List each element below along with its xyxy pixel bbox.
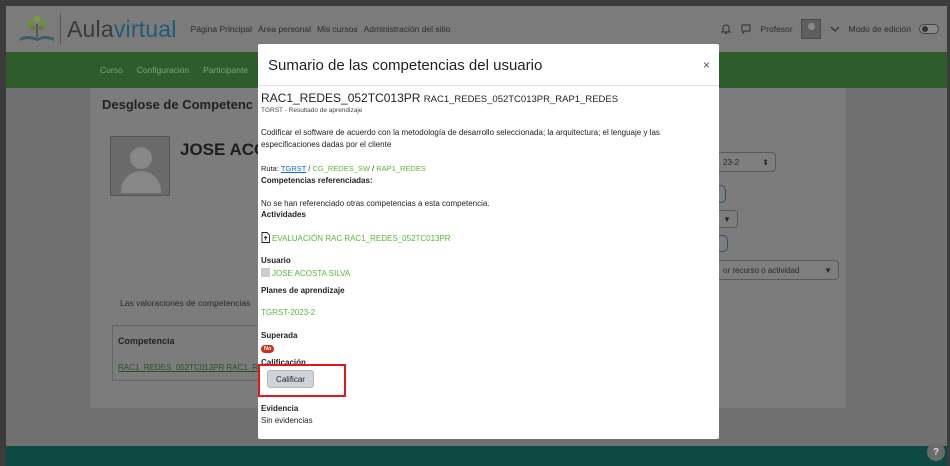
referenced-competencies-text: No se han referenciado otras competencia…: [261, 199, 490, 208]
competency-description: Codificar el software de acuerdo con la …: [261, 128, 660, 149]
path-link-parent[interactable]: CG_REDES_SW: [312, 164, 370, 173]
evidence-text: Sin evidencias: [261, 416, 313, 425]
evidence-heading: Evidencia: [261, 404, 299, 413]
activity-filter-value: or recurso o actividad: [723, 265, 800, 275]
term-select-value: 23-2: [723, 157, 740, 167]
select-caret-icon: ▼: [723, 214, 731, 224]
footer-bar: [6, 446, 947, 466]
path-label: Ruta:: [261, 164, 279, 173]
navbar-right: Profesor Modo de edición: [720, 19, 939, 39]
student-name-heading: JOSE ACO: [180, 140, 268, 159]
assessment-intro-text: Las valoraciones de competencias: [120, 298, 251, 308]
competency-idnumber: RAC1_REDES_052TC013PR: [261, 91, 421, 105]
brand-prefix: Aula: [67, 15, 114, 42]
book-logo-icon: [20, 15, 54, 41]
referenced-competencies-heading: Competencias referenciadas:: [261, 176, 373, 185]
help-button[interactable]: ?: [927, 443, 945, 461]
activity-item: EVALUACIÓN RAC RAC1_REDES_052TC013PR: [261, 232, 716, 243]
proficient-value: No: [261, 342, 716, 353]
dialog-header: Sumario de las competencias del usuario …: [258, 44, 719, 86]
user-avatar[interactable]: [800, 19, 821, 39]
close-button[interactable]: ×: [703, 58, 710, 72]
nav-link-my-courses[interactable]: Mis cursos: [317, 24, 358, 34]
filter-select-small[interactable]: ▼: [716, 210, 738, 228]
proficient-heading: Superada: [261, 331, 298, 340]
nav-link-dashboard[interactable]: Área personal: [258, 24, 311, 34]
user-menu-name[interactable]: Profesor: [760, 24, 792, 34]
user-picture-icon: [261, 268, 270, 277]
brand-name: Aulavirtual: [67, 16, 177, 43]
chat-bubble-icon[interactable]: [740, 23, 752, 35]
secnav-item-course[interactable]: Curso: [100, 65, 123, 75]
secnav-item-settings[interactable]: Configuración: [137, 65, 189, 75]
competency-row-link[interactable]: RAC1_REDES_052TC013PR RAC1_R: [118, 363, 258, 372]
student-avatar: [110, 136, 170, 196]
edit-mode-label: Modo de edición: [848, 24, 911, 34]
brand-divider: [60, 14, 61, 44]
card-title: Desglose de Competenc: [102, 97, 253, 112]
edit-mode-toggle[interactable]: [919, 24, 939, 34]
assignment-upload-icon: [261, 232, 270, 243]
nav-link-site-admin[interactable]: Administración del sitio: [364, 24, 451, 34]
secnav-item-participants[interactable]: Participante: [203, 65, 248, 75]
user-heading: Usuario: [261, 256, 291, 265]
path-link-current[interactable]: RAP1_REDES: [376, 164, 426, 173]
activity-link[interactable]: EVALUACIÓN RAC RAC1_REDES_052TC013PR: [272, 234, 451, 243]
primary-nav: Página Principal Área personal Mis curso…: [191, 24, 451, 34]
proficient-badge: No: [261, 345, 275, 353]
user-profile-link[interactable]: JOSE ACOSTA SILVA: [272, 269, 350, 278]
term-select[interactable]: 23-2 ⬍: [716, 152, 776, 172]
path-link-framework[interactable]: TGRST: [281, 164, 306, 173]
user-item: JOSE ACOSTA SILVA: [261, 268, 716, 278]
competency-heading: RAC1_REDES_052TC013PR RAC1_REDES_052TC01…: [261, 91, 716, 105]
bell-icon[interactable]: [720, 23, 732, 35]
competency-path: Ruta: TGRST / CG_REDES_SW / RAP1_REDES: [261, 164, 716, 173]
learning-plan-link[interactable]: TGRST-2023-2: [261, 308, 716, 317]
competency-table: [112, 325, 272, 381]
brand-suffix: virtual: [113, 15, 177, 42]
select-caret-icon: ⬍: [762, 157, 769, 167]
highlight-annotation-box: [258, 364, 346, 397]
chevron-down-icon[interactable]: [829, 23, 841, 35]
activities-heading: Actividades: [261, 210, 306, 219]
competency-name: RAC1_REDES_052TC013PR_RAP1_REDES: [423, 94, 619, 105]
nav-link-home[interactable]: Página Principal: [191, 24, 252, 34]
framework-subtitle: TGRST - Resultado de aprendizaje: [261, 107, 363, 114]
site-brand[interactable]: Aulavirtual: [18, 14, 177, 44]
dialog-title: Sumario de las competencias del usuario: [268, 57, 543, 74]
activity-filter-select[interactable]: or recurso o actividad ▼: [716, 260, 839, 280]
learning-plans-heading: Planes de aprendizaje: [261, 286, 345, 295]
select-caret-icon: ▼: [824, 265, 832, 275]
competency-column-header: Competencia: [118, 336, 175, 346]
